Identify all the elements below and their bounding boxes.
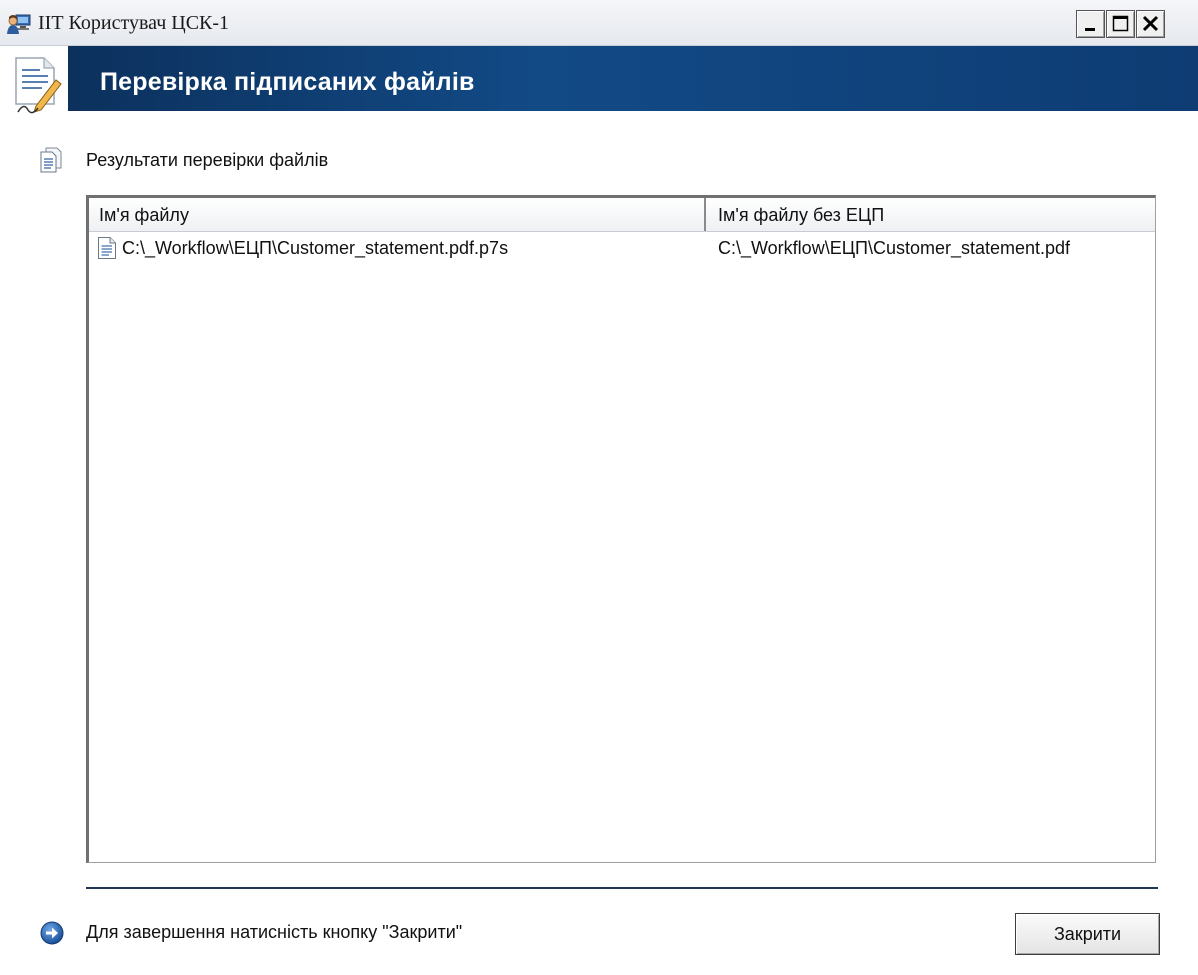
window-title: ІІТ Користувач ЦСК-1 xyxy=(38,12,230,34)
section-label: Результати перевірки файлів xyxy=(86,150,329,170)
column-header-file-name-without-signature[interactable]: Ім'я файлу без ЕЦП xyxy=(708,198,1156,231)
close-button[interactable]: Закрити xyxy=(1015,913,1160,955)
application-window: ІІТ Користувач ЦСК-1 Перевірка підписани… xyxy=(0,0,1198,975)
column-header-file-name[interactable]: Ім'я файлу xyxy=(89,198,706,231)
footer-divider xyxy=(86,887,1158,889)
list-header: Ім'я файлу Ім'я файлу без ЕЦП xyxy=(89,198,1155,232)
title-bar[interactable]: ІІТ Користувач ЦСК-1 xyxy=(0,0,1198,46)
computer-user-icon xyxy=(7,13,31,35)
maximize-button[interactable] xyxy=(1106,10,1135,38)
cell-file-name: C:\_Workflow\ЕЦП\Customer_statement.pdf.… xyxy=(122,238,509,258)
minimize-button[interactable] xyxy=(1076,10,1105,38)
results-list-view[interactable]: Ім'я файлу Ім'я файлу без ЕЦП C:\_Workfl… xyxy=(86,195,1156,863)
cell-file-name-without-signature: C:\_Workflow\ЕЦП\Customer_statement.pdf xyxy=(718,238,1071,258)
banner-title: Перевірка підписаних файлів xyxy=(100,68,475,96)
footer-hint: Для завершення натисність кнопку "Закрит… xyxy=(86,922,463,942)
documents-icon xyxy=(40,147,62,173)
close-window-button[interactable] xyxy=(1136,10,1165,38)
header-banner: Перевірка підписаних файлів xyxy=(0,46,1198,126)
document-sign-icon xyxy=(12,54,64,118)
table-row[interactable]: C:\_Workflow\ЕЦП\Customer_statement.pdf.… xyxy=(89,234,1155,264)
arrow-right-circle-icon xyxy=(40,921,64,945)
file-icon xyxy=(97,236,117,260)
